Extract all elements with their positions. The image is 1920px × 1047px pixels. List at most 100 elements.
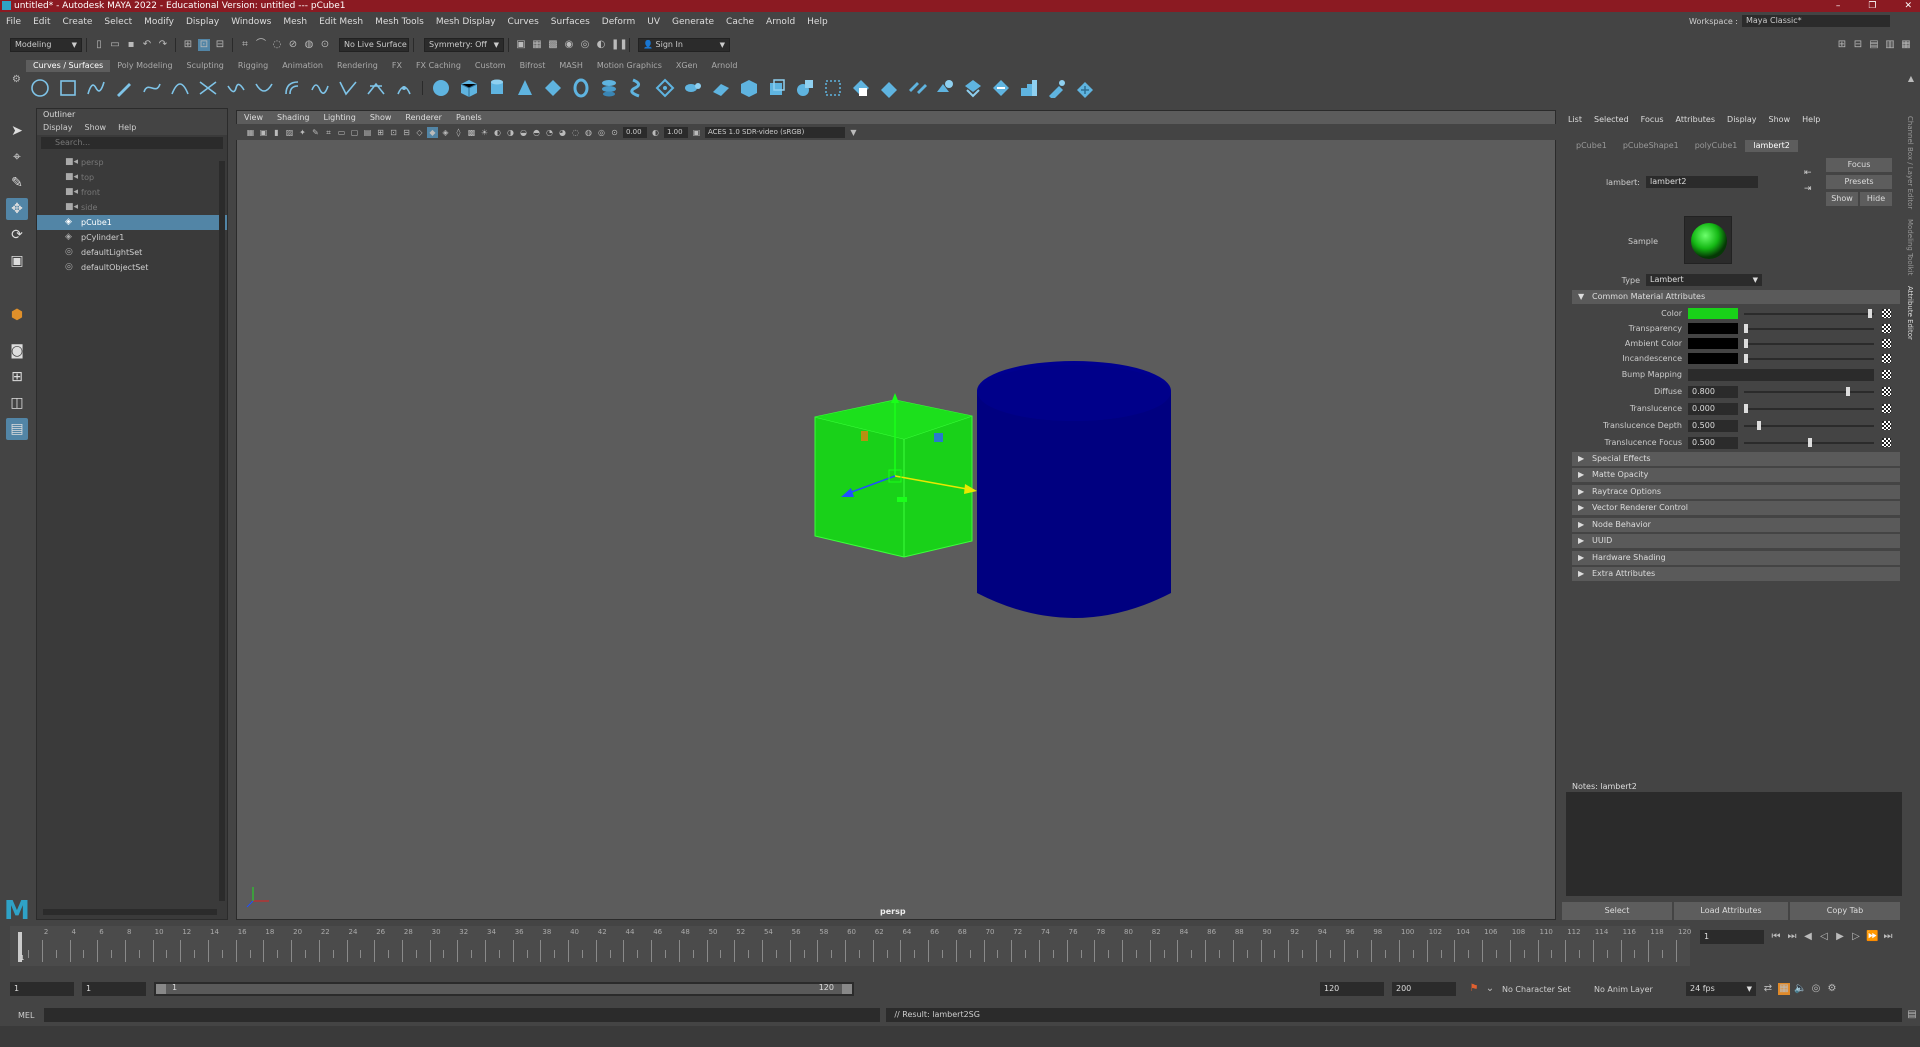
last-tool-icon[interactable]: ⬢ bbox=[6, 304, 28, 326]
viewport-menu-show[interactable]: Show bbox=[370, 112, 392, 124]
input-connections-icon[interactable]: ⇤ bbox=[1804, 168, 1812, 178]
vtab-attribute-editor[interactable]: Attribute Editor bbox=[1906, 286, 1914, 340]
shelf-tab-fx[interactable]: FX bbox=[385, 60, 409, 72]
focus-button[interactable]: Focus bbox=[1826, 158, 1892, 172]
ae-menu-list[interactable]: List bbox=[1568, 114, 1582, 126]
exposure-field[interactable]: 0.00 bbox=[623, 126, 647, 138]
map-button-icon[interactable] bbox=[1882, 354, 1891, 363]
playback-end-field[interactable]: 120 bbox=[1320, 982, 1384, 996]
exposure-icon[interactable]: ⊙ bbox=[609, 127, 620, 138]
two-view-layout-icon[interactable]: ◫ bbox=[6, 392, 28, 414]
ae-menu-help[interactable]: Help bbox=[1802, 114, 1820, 126]
nurbs-cube-icon[interactable] bbox=[459, 78, 479, 98]
nurbs-plane-icon[interactable] bbox=[543, 78, 563, 98]
ae-tab-pcubeshape1[interactable]: pCubeShape1 bbox=[1615, 140, 1687, 152]
ae-menu-selected[interactable]: Selected bbox=[1594, 114, 1629, 126]
outliner-item-top[interactable]: ■◂ top bbox=[37, 170, 227, 185]
scale-tool-icon[interactable]: ▣ bbox=[6, 250, 28, 272]
workspace-combo[interactable]: Maya Classic* bbox=[1742, 15, 1890, 27]
viewport-scene[interactable] bbox=[237, 111, 1555, 919]
shelf-tab-bifrost[interactable]: Bifrost bbox=[513, 60, 553, 72]
preferences-icon[interactable]: ⚙ bbox=[1826, 983, 1838, 995]
map-button-icon[interactable] bbox=[1882, 324, 1891, 333]
scene-start-field[interactable]: 1 bbox=[10, 982, 74, 996]
maximize-icon[interactable]: ❐ bbox=[1868, 0, 1876, 12]
grid-toggle-icon[interactable]: ⌗ bbox=[323, 127, 334, 138]
shelf-tab-rigging[interactable]: Rigging bbox=[231, 60, 275, 72]
ae-menu-focus[interactable]: Focus bbox=[1641, 114, 1664, 126]
two-d-pan-zoom-icon[interactable]: ✦ bbox=[297, 127, 308, 138]
anim-prefs-icon[interactable]: ◎ bbox=[1810, 983, 1822, 995]
translucence-slider[interactable] bbox=[1744, 403, 1874, 413]
ae-menu-show[interactable]: Show bbox=[1769, 114, 1791, 126]
shelf-tab-mash[interactable]: MASH bbox=[552, 60, 589, 72]
shelf-tab-arnold[interactable]: Arnold bbox=[705, 60, 745, 72]
translucence-field[interactable]: 0.000 bbox=[1688, 402, 1738, 415]
x-ray-active-icon[interactable]: ◎ bbox=[596, 127, 607, 138]
notes-textarea[interactable] bbox=[1566, 792, 1902, 896]
auto-key-icon[interactable]: ⚑ bbox=[1468, 983, 1480, 995]
wireframe-icon[interactable]: ◇ bbox=[414, 127, 425, 138]
output-connections-icon[interactable]: ⇥ bbox=[1804, 184, 1812, 194]
ae-menu-display[interactable]: Display bbox=[1727, 114, 1757, 126]
anim-layer-combo[interactable]: No Anim Layer bbox=[1594, 985, 1674, 994]
sound-icon[interactable]: 🔈 bbox=[1794, 983, 1806, 995]
x-ray-icon[interactable]: ◌ bbox=[570, 127, 581, 138]
type-combo[interactable]: Lambert ▼ bbox=[1646, 274, 1762, 286]
ambient-color-swatch[interactable] bbox=[1688, 338, 1738, 349]
curve-detach-icon[interactable] bbox=[254, 78, 274, 98]
project-curve-icon[interactable] bbox=[823, 78, 843, 98]
four-view-layout-icon[interactable]: ⊞ bbox=[6, 366, 28, 388]
menu-display[interactable]: Display bbox=[180, 14, 225, 30]
shelf-tab-custom[interactable]: Custom bbox=[468, 60, 513, 72]
cylinder-mesh[interactable] bbox=[977, 361, 1171, 618]
viewport-menu-shading[interactable]: Shading bbox=[277, 112, 310, 124]
section-hardware-shading[interactable]: ▶ Hardware Shading bbox=[1572, 551, 1900, 565]
attribute-editor-toggle-icon[interactable]: ▤ bbox=[1868, 39, 1880, 51]
menu-windows[interactable]: Windows bbox=[225, 14, 277, 30]
nurbs-square-icon[interactable] bbox=[58, 78, 78, 98]
safe-title-icon[interactable]: ⊟ bbox=[401, 127, 412, 138]
nurbs-sphere-icon[interactable] bbox=[431, 78, 451, 98]
shelf-tab-xgen[interactable]: XGen bbox=[669, 60, 705, 72]
insert-isoparm-icon[interactable] bbox=[1019, 78, 1039, 98]
outliner-menu-show[interactable]: Show bbox=[85, 121, 107, 135]
color-management-icon[interactable]: ▣ bbox=[691, 127, 702, 138]
section-vector-renderer-control[interactable]: ▶ Vector Renderer Control bbox=[1572, 501, 1900, 515]
x-ray-joints-icon[interactable]: ◍ bbox=[583, 127, 594, 138]
map-button-icon[interactable] bbox=[1882, 421, 1891, 430]
isolate-select-icon[interactable]: ◕ bbox=[557, 127, 568, 138]
transparency-swatch[interactable] bbox=[1688, 323, 1738, 334]
minimize-icon[interactable]: – bbox=[1836, 0, 1841, 12]
extend-surface-icon[interactable] bbox=[1047, 78, 1067, 98]
select-tool-icon[interactable]: ➤ bbox=[6, 120, 28, 142]
move-tool-icon[interactable]: ✥ bbox=[6, 198, 28, 220]
time-slider[interactable]: 2 4 6 8 10 12 14 16 18 20 22 24 26 28 30 32 34 36 38 40 42 44… bbox=[10, 926, 1691, 966]
step-back-frame-icon[interactable]: ◀ bbox=[1802, 931, 1814, 943]
shelf-tab-motion-graphics[interactable]: Motion Graphics bbox=[590, 60, 669, 72]
map-button-icon[interactable] bbox=[1882, 339, 1891, 348]
safe-action-icon[interactable]: ⊡ bbox=[388, 127, 399, 138]
map-button-icon[interactable] bbox=[1882, 309, 1891, 318]
ambient-occlusion-icon[interactable]: ◑ bbox=[505, 127, 516, 138]
scene-end-field[interactable]: 200 bbox=[1392, 982, 1456, 996]
menu-help[interactable]: Help bbox=[801, 14, 834, 30]
open-close-surface-icon[interactable] bbox=[991, 78, 1011, 98]
cache-playback-icon[interactable]: ▦ bbox=[1778, 983, 1790, 995]
ep-curve-icon[interactable] bbox=[142, 78, 162, 98]
fps-combo[interactable]: 24 fps ▼ bbox=[1686, 982, 1756, 996]
slider-knob[interactable] bbox=[1744, 338, 1748, 348]
bevel-plus-icon[interactable] bbox=[795, 78, 815, 98]
nurbs-torus-icon[interactable] bbox=[571, 78, 591, 98]
outliner-item-pcylinder1[interactable]: ◈ pCylinder1 bbox=[37, 230, 227, 245]
outliner-search-input[interactable]: Search... bbox=[41, 137, 223, 149]
bezier-curve-icon[interactable] bbox=[198, 78, 218, 98]
slider-knob[interactable] bbox=[1868, 308, 1872, 318]
square-surface-icon[interactable] bbox=[767, 78, 787, 98]
section-raytrace-options[interactable]: ▶ Raytrace Options bbox=[1572, 485, 1900, 499]
pause-icon[interactable]: ❚❚ bbox=[611, 39, 628, 51]
ae-tab-polycube1[interactable]: polyCube1 bbox=[1687, 140, 1746, 152]
slider-knob[interactable] bbox=[1846, 386, 1850, 396]
menu-surfaces[interactable]: Surfaces bbox=[545, 14, 596, 30]
shelf-tab-poly-modeling[interactable]: Poly Modeling bbox=[110, 60, 179, 72]
